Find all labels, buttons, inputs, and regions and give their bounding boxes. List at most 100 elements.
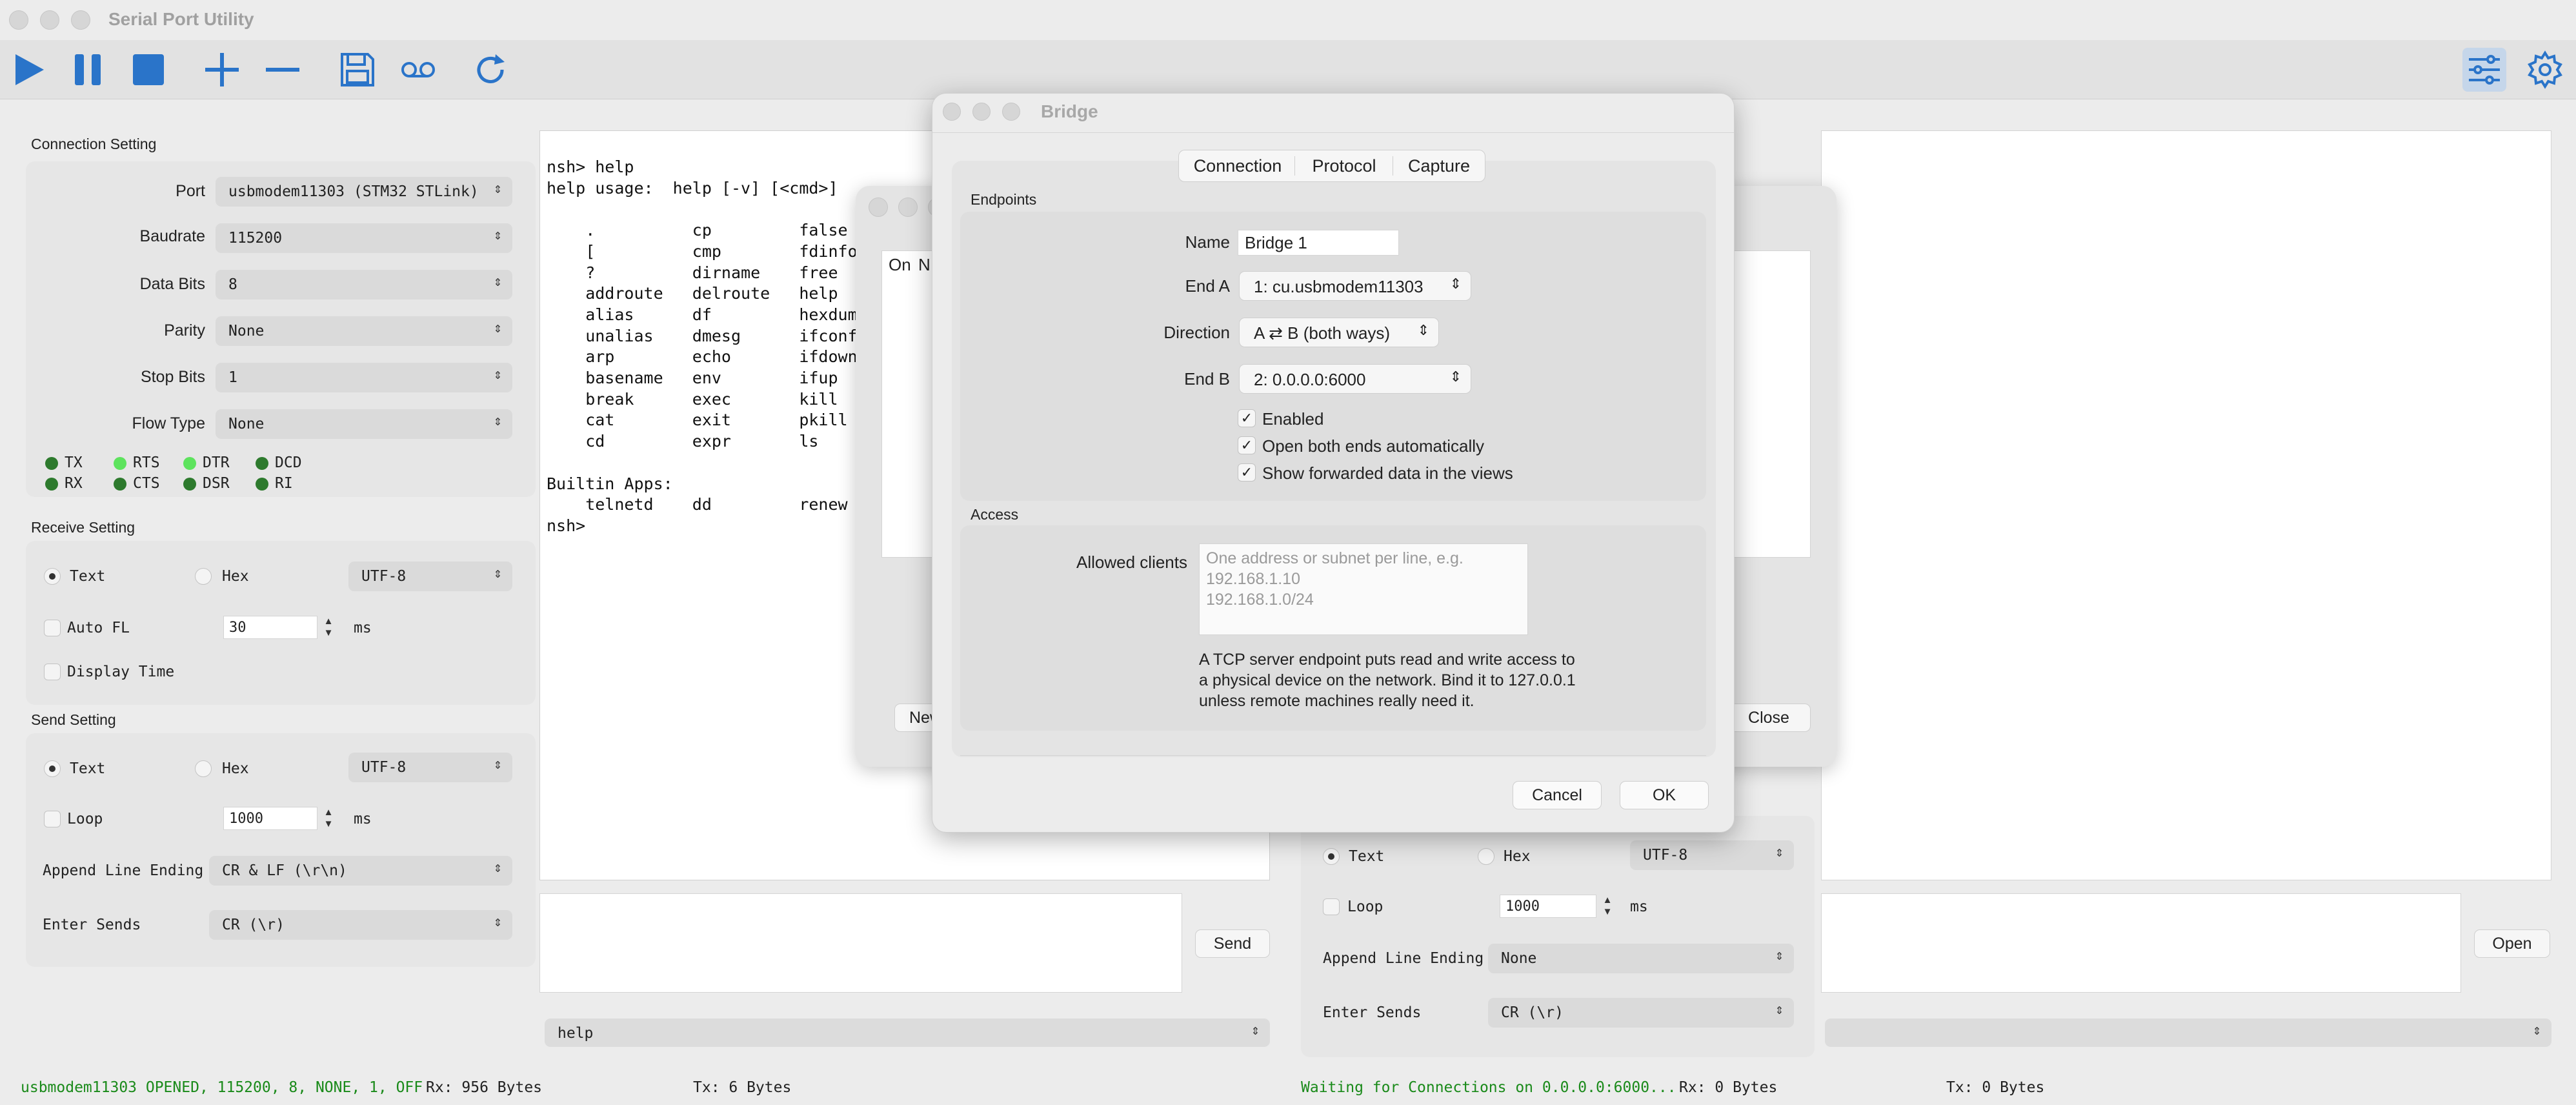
right-encoding-select[interactable]: UTF-8 ⇕ [1630,840,1794,870]
status-rx-left: Rx: 956 Bytes [426,1069,684,1105]
stop-icon [133,54,164,85]
adjustments-button[interactable] [2462,48,2506,92]
tab-divider [1294,156,1295,176]
stopbits-select[interactable]: 1 ⇕ [216,363,512,392]
port-select[interactable]: usbmodem11303 (STM32 STLink) ⇕ [216,177,512,207]
open-button[interactable]: Open [2474,929,2550,958]
stop-button[interactable] [126,48,170,92]
minimize-window-icon[interactable] [898,198,918,217]
right-loop-input[interactable]: 1000 [1500,895,1596,918]
tab-capture[interactable]: Capture [1394,151,1484,181]
info-line: a physical device on the network. Bind i… [1199,671,1576,689]
zoom-window-icon[interactable] [71,10,90,30]
right-append-line-ending-select[interactable]: None ⇕ [1488,944,1794,973]
append-line-ending-select[interactable]: CR & LF (\r\n) ⇕ [209,856,512,886]
open-both-checkbox[interactable]: ✓ [1238,436,1256,454]
chevron-updown-icon: ⇕ [493,181,502,197]
save-button[interactable] [336,48,379,92]
settings-button[interactable] [2523,48,2567,92]
end-a-label: End A [1185,276,1230,296]
open-both-label: Open both ends automatically [1262,436,1484,456]
pause-button[interactable] [66,48,110,92]
stopbits-label: Stop Bits [140,368,205,386]
send-text-radio[interactable] [44,760,61,777]
parity-value: None [228,323,265,340]
send-encoding-select[interactable]: UTF-8 ⇕ [348,753,512,782]
plus-icon [205,53,239,86]
show-forwarded-label: Show forwarded data in the views [1262,463,1513,483]
add-button[interactable] [200,48,244,92]
send-history-select[interactable]: help ⇕ [545,1019,1270,1047]
cancel-button[interactable]: Cancel [1513,781,1602,809]
flowtype-value: None [228,416,265,432]
pause-icon [75,54,101,85]
allowed-placeholder-line: 192.168.1.0/24 [1206,591,1314,609]
enabled-checkbox[interactable]: ✓ [1238,409,1256,427]
name-label: Name [1185,232,1230,252]
minimize-window-icon[interactable] [40,10,59,30]
status-rx-right: Rx: 0 Bytes [1679,1069,1937,1105]
close-window-icon[interactable] [869,198,888,217]
dsr-label: DSR [203,475,230,492]
receive-text-radio[interactable] [44,568,61,585]
autofl-stepper[interactable]: ▲ ▼ [321,616,336,640]
chevron-updown-icon: ⇕ [1417,322,1429,338]
close-button[interactable]: Close [1727,704,1811,732]
enter-sends-select[interactable]: CR (\r) ⇕ [209,910,512,940]
right-terminal-output[interactable] [1821,130,2551,880]
baudrate-select[interactable]: 115200 ⇕ [216,223,512,253]
displaytime-checkbox[interactable] [44,664,61,680]
right-hex-radio[interactable] [1478,848,1494,865]
send-button[interactable]: Send [1195,929,1270,958]
allowed-clients-textarea[interactable]: One address or subnet per line, e.g. 192… [1199,543,1528,635]
loop-input[interactable]: 1000 [223,807,317,830]
right-send-input[interactable] [1821,893,2461,993]
refresh-button[interactable] [468,48,512,92]
zoom-window-icon[interactable] [1002,103,1020,121]
end-b-label: End B [1184,369,1230,389]
chevron-updown-icon: ⇕ [1775,948,1784,964]
chevron-updown-icon: ⇕ [1775,844,1784,860]
send-input[interactable] [539,893,1182,993]
connection-setting-title: Connection Setting [31,136,157,152]
direction-select[interactable]: A ⇄ B (both ways) ⇕ [1239,318,1439,347]
bottom-divider [960,755,1706,756]
tab-protocol[interactable]: Protocol [1296,151,1393,181]
right-text-radio[interactable] [1323,848,1340,865]
remove-button[interactable] [261,48,305,92]
allowed-placeholder-line: One address or subnet per line, e.g. [1206,549,1464,567]
close-window-icon[interactable] [943,103,961,121]
end-b-select[interactable]: 2: 0.0.0.0:6000 ⇕ [1239,364,1471,394]
close-window-icon[interactable] [9,10,28,30]
chevron-updown-icon: ⇕ [493,274,502,290]
receive-encoding-select[interactable]: UTF-8 ⇕ [348,562,512,591]
chevron-updown-icon: ⇕ [493,914,502,930]
record-button[interactable] [396,48,440,92]
flowtype-select[interactable]: None ⇕ [216,409,512,439]
right-enter-sends-select[interactable]: CR (\r) ⇕ [1488,998,1794,1028]
databits-select[interactable]: 8 ⇕ [216,270,512,299]
parity-select[interactable]: None ⇕ [216,316,512,346]
loop-stepper[interactable]: ▲ ▼ [321,807,336,831]
chevron-updown-icon: ⇕ [2532,1022,2541,1039]
chevron-updown-icon: ⇕ [493,367,502,383]
ri-label: RI [275,475,293,492]
right-history-select[interactable]: ⇕ [1825,1019,2551,1047]
tab-connection[interactable]: Connection [1181,151,1294,181]
end-a-select[interactable]: 1: cu.usbmodem11303 ⇕ [1239,271,1471,301]
loop-checkbox[interactable] [44,811,61,827]
right-loop-checkbox[interactable] [1323,898,1340,915]
info-line: A TCP server endpoint puts read and writ… [1199,651,1575,669]
status-tx-left: Tx: 6 Bytes [693,1069,951,1105]
minimize-window-icon[interactable] [972,103,991,121]
receive-hex-radio[interactable] [195,568,212,585]
autofl-input[interactable]: 30 [223,616,317,639]
dsr-led [183,478,196,491]
autofl-checkbox[interactable] [44,620,61,636]
show-forwarded-checkbox[interactable]: ✓ [1238,463,1256,482]
right-loop-stepper[interactable]: ▲ ▼ [1600,895,1615,919]
play-button[interactable] [6,48,50,92]
ok-button[interactable]: OK [1620,781,1709,809]
send-hex-radio[interactable] [195,760,212,777]
name-field[interactable]: Bridge 1 [1238,230,1399,256]
